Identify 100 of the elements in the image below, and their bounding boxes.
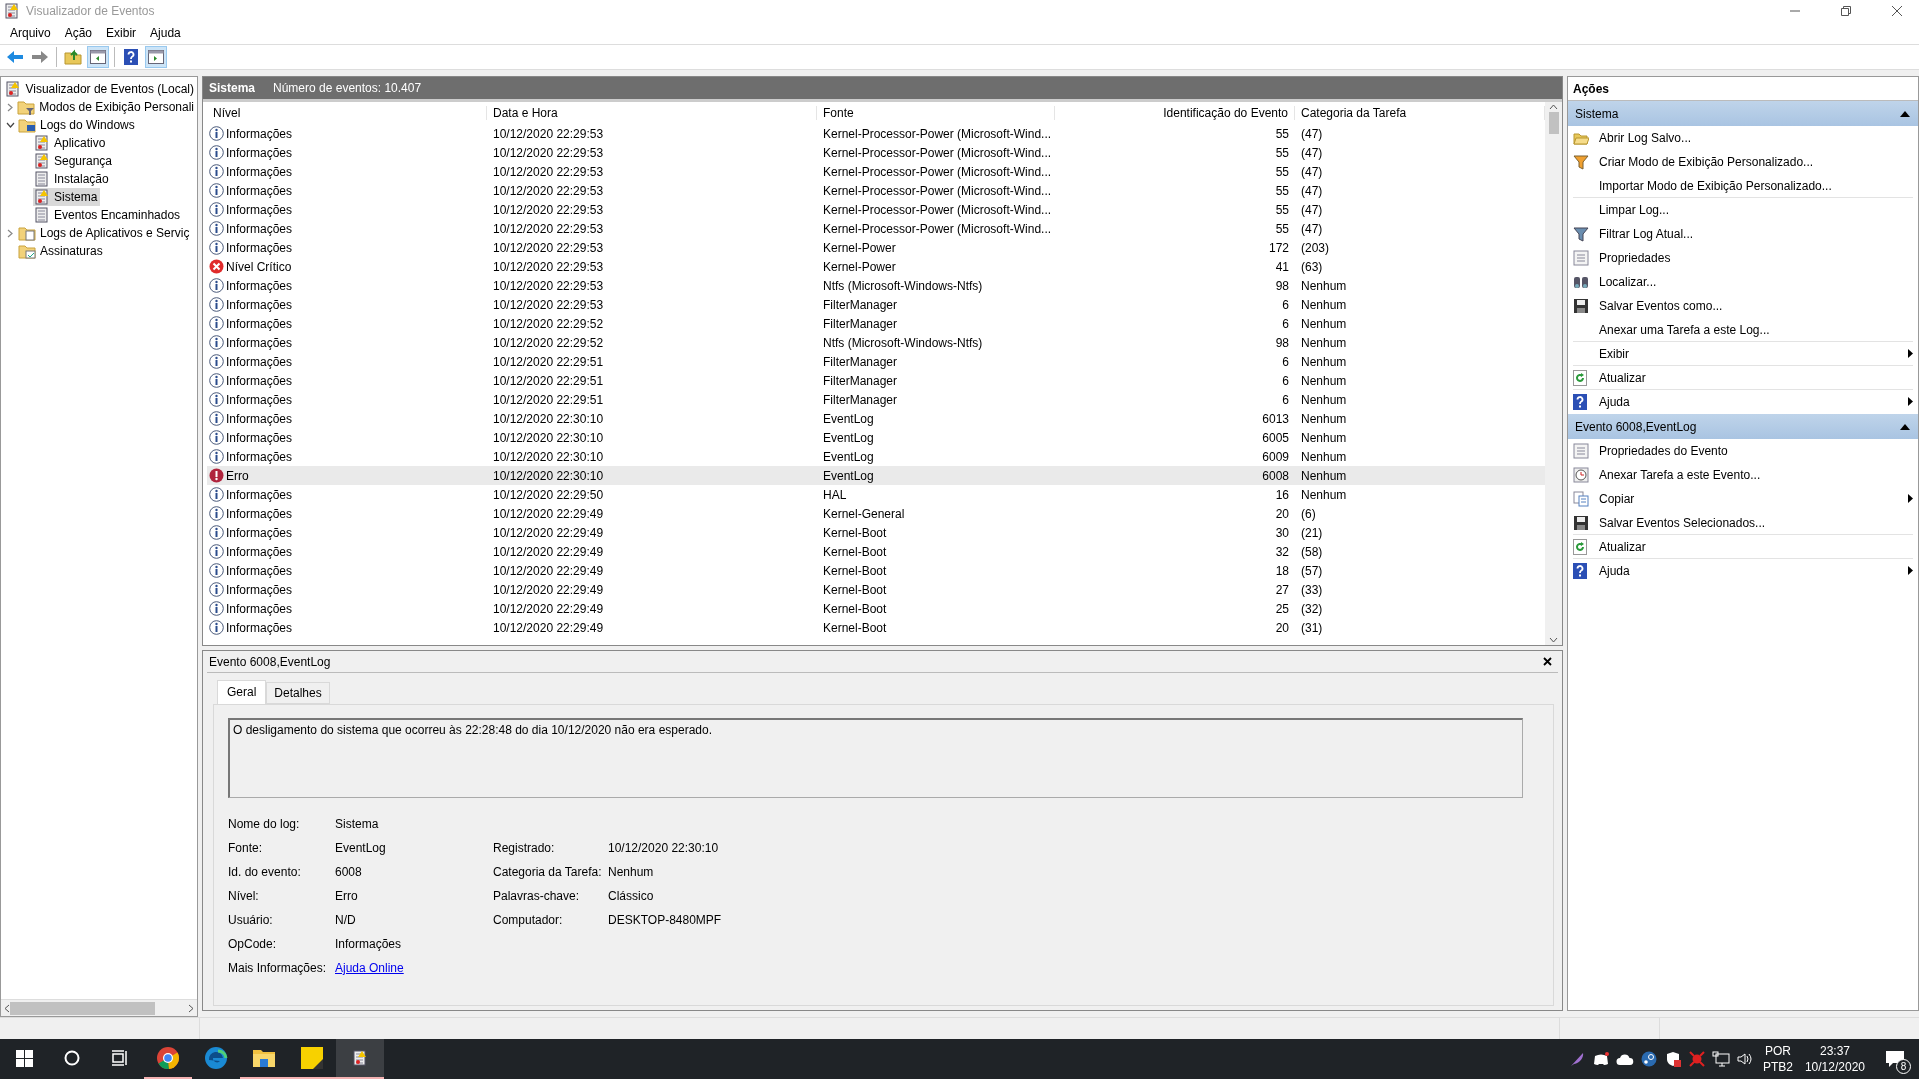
expand-icon[interactable] xyxy=(6,102,13,112)
action-item[interactable]: Propriedades do Evento xyxy=(1573,439,1913,463)
event-row[interactable]: Informações 10/12/2020 22:29:51 FilterManager 6 Nenhum xyxy=(207,352,1545,371)
action-item[interactable]: Anexar uma Tarefa a este Log... xyxy=(1573,318,1913,342)
section-header[interactable]: Evento 6008,EventLog xyxy=(1568,414,1918,439)
event-row[interactable]: Nível Crítico 10/12/2020 22:29:53 Kernel-Power 41 (63) xyxy=(207,257,1545,276)
keyboard-layout[interactable]: PTB2 xyxy=(1762,1059,1793,1075)
event-row[interactable]: Informações 10/12/2020 22:29:49 Kernel-Boot 20 (31) xyxy=(207,618,1545,637)
field-label: Usuário: xyxy=(228,912,274,928)
online-help-link[interactable]: Ajuda Online xyxy=(335,960,404,976)
column-header[interactable]: Identificação do Evento xyxy=(1055,106,1295,120)
tree-item[interactable]: Eventos Encaminhados xyxy=(33,206,184,224)
info-icon xyxy=(209,202,224,217)
table-cell-text: 6008 xyxy=(1261,468,1290,483)
tab[interactable]: Detalhes xyxy=(266,682,330,704)
action-item[interactable]: Limpar Log... xyxy=(1573,198,1913,222)
event-row[interactable]: Informações 10/12/2020 22:29:53 Kernel-Processor-Power (Microsoft-Wind... 55 (47) xyxy=(207,200,1545,219)
tree-item[interactable]: Aplicativo xyxy=(33,134,109,152)
notifications-button[interactable]: 8 xyxy=(1871,1039,1919,1079)
language-indicator[interactable]: POR xyxy=(1764,1043,1791,1059)
section-header[interactable]: Sistema xyxy=(1568,101,1918,126)
event-row[interactable]: Informações 10/12/2020 22:29:53 Kernel-Power 172 (203) xyxy=(207,238,1545,257)
scroll-down-icon[interactable] xyxy=(1549,637,1558,643)
table-cell-text: Kernel-General xyxy=(822,506,906,521)
menu-item[interactable]: Ação xyxy=(57,26,100,40)
expand-icon[interactable] xyxy=(7,228,13,238)
action-item[interactable]: Exibir xyxy=(1573,342,1913,366)
action-item[interactable]: Salvar Eventos como... xyxy=(1573,294,1913,318)
tree-item[interactable]: Visualizador de Eventos (Local) xyxy=(4,80,197,98)
event-row[interactable]: Informações 10/12/2020 22:29:49 Kernel-General 20 (6) xyxy=(207,504,1545,523)
scroll-up-icon[interactable] xyxy=(1549,104,1558,110)
event-row[interactable]: Informações 10/12/2020 22:29:53 Kernel-Processor-Power (Microsoft-Wind... 55 (47) xyxy=(207,143,1545,162)
action-item[interactable]: Abrir Log Salvo... xyxy=(1573,126,1913,150)
event-row[interactable]: Informações 10/12/2020 22:29:52 FilterManager 6 Nenhum xyxy=(207,314,1545,333)
table-cell-text: 10/12/2020 22:29:50 xyxy=(492,487,605,502)
menu-item[interactable]: Ajuda xyxy=(143,26,188,40)
action-item[interactable]: Localizar... xyxy=(1573,270,1913,294)
action-item[interactable]: Copiar xyxy=(1573,487,1913,511)
action-item[interactable]: Criar Modo de Exibição Personalizado... xyxy=(1573,150,1913,174)
event-row[interactable]: Informações 10/12/2020 22:29:53 Kernel-Processor-Power (Microsoft-Wind... 55 (47) xyxy=(207,219,1545,238)
scroll-left-icon[interactable] xyxy=(4,1003,10,1013)
action-item[interactable]: Salvar Eventos Selecionados... xyxy=(1573,511,1913,535)
tree-item[interactable]: Instalação xyxy=(33,170,112,188)
event-row[interactable]: Informações 10/12/2020 22:29:50 HAL 16 Nenhum xyxy=(207,485,1545,504)
tree-item[interactable]: Modos de Exibição Personali xyxy=(16,98,197,116)
close-icon[interactable] xyxy=(1543,657,1552,666)
tree-item[interactable]: Logs de Aplicativos e Serviç xyxy=(17,224,193,242)
event-row[interactable]: Informações 10/12/2020 22:29:53 Ntfs (Microsoft-Windows-Ntfs) 98 Nenhum xyxy=(207,276,1545,295)
menu-item[interactable]: Exibir xyxy=(99,26,144,40)
toolbar-button[interactable] xyxy=(145,46,167,68)
menu-item[interactable]: Arquivo xyxy=(3,26,58,40)
scrollbar-thumb[interactable] xyxy=(10,1001,155,1015)
event-row[interactable]: Informações 10/12/2020 22:29:53 FilterManager 6 Nenhum xyxy=(207,295,1545,314)
event-row[interactable]: Informações 10/12/2020 22:30:10 EventLog 6005 Nenhum xyxy=(207,428,1545,447)
collapse-icon[interactable] xyxy=(5,122,15,128)
clock-date[interactable]: 10/12/2020 xyxy=(1804,1059,1865,1075)
tab[interactable]: Geral xyxy=(217,680,267,704)
tree-item[interactable]: Logs do Windows xyxy=(17,116,138,134)
event-row[interactable]: Informações 10/12/2020 22:29:49 Kernel-Boot 32 (58) xyxy=(207,542,1545,561)
event-row[interactable]: Informações 10/12/2020 22:30:10 EventLog 6009 Nenhum xyxy=(207,447,1545,466)
info-icon xyxy=(209,487,224,502)
tree-item[interactable]: Assinaturas xyxy=(17,242,106,260)
event-row[interactable]: Informações 10/12/2020 22:29:51 FilterManager 6 Nenhum xyxy=(207,371,1545,390)
tree-item[interactable]: Segurança xyxy=(33,152,116,170)
action-item[interactable]: Filtrar Log Atual... xyxy=(1573,222,1913,246)
log-page-icon xyxy=(34,207,50,223)
action-item[interactable]: Ajuda xyxy=(1573,559,1913,583)
table-cell-text: 27 xyxy=(1274,582,1290,597)
event-row[interactable]: Erro 10/12/2020 22:30:10 EventLog 6008 Nenhum xyxy=(207,466,1545,485)
field-label: OpCode: xyxy=(228,936,278,952)
event-row[interactable]: Informações 10/12/2020 22:29:52 Ntfs (Microsoft-Windows-Ntfs) 98 Nenhum xyxy=(207,333,1545,352)
taskbar-button[interactable] xyxy=(336,1039,384,1079)
action-item[interactable]: Atualizar xyxy=(1573,366,1913,390)
event-row[interactable]: Informações 10/12/2020 22:29:49 Kernel-Boot 30 (21) xyxy=(207,523,1545,542)
column-header[interactable]: Data e Hora xyxy=(487,106,817,120)
action-item[interactable]: Anexar Tarefa a este Evento... xyxy=(1573,463,1913,487)
table-cell-text: 55 xyxy=(1274,145,1290,160)
clock-time[interactable]: 23:37 xyxy=(1819,1043,1850,1059)
submenu-arrow-icon xyxy=(1908,349,1913,358)
scrollbar-thumb[interactable] xyxy=(1548,112,1559,134)
column-header[interactable]: Fonte xyxy=(817,106,1055,120)
action-item[interactable]: Ajuda xyxy=(1573,390,1913,414)
restore-icon xyxy=(1840,6,1851,16)
scroll-right-icon[interactable] xyxy=(188,1003,194,1013)
event-row[interactable]: Informações 10/12/2020 22:29:49 Kernel-Boot 27 (33) xyxy=(207,580,1545,599)
column-header[interactable]: Nível xyxy=(207,106,487,120)
event-row[interactable]: Informações 10/12/2020 22:29:51 FilterManager 6 Nenhum xyxy=(207,390,1545,409)
action-item[interactable]: Propriedades xyxy=(1573,246,1913,270)
event-row[interactable]: Informações 10/12/2020 22:30:10 EventLog 6013 Nenhum xyxy=(207,409,1545,428)
tree-item[interactable]: Sistema xyxy=(33,188,101,206)
toolbar-button[interactable] xyxy=(87,46,109,68)
event-row[interactable]: Informações 10/12/2020 22:29:53 Kernel-Processor-Power (Microsoft-Wind... 55 (47) xyxy=(207,162,1545,181)
feather-icon xyxy=(1568,1051,1585,1067)
event-row[interactable]: Informações 10/12/2020 22:29:53 Kernel-Processor-Power (Microsoft-Wind... 55 (47) xyxy=(207,181,1545,200)
event-row[interactable]: Informações 10/12/2020 22:29:49 Kernel-Boot 18 (57) xyxy=(207,561,1545,580)
action-item[interactable]: Atualizar xyxy=(1573,535,1913,559)
event-row[interactable]: Informações 10/12/2020 22:29:49 Kernel-Boot 25 (32) xyxy=(207,599,1545,618)
table-cell-text: Nenhum xyxy=(1300,278,1348,293)
event-row[interactable]: Informações 10/12/2020 22:29:53 Kernel-Processor-Power (Microsoft-Wind... 55 (47) xyxy=(207,124,1545,143)
action-item[interactable]: Importar Modo de Exibição Personalizado... xyxy=(1573,174,1913,198)
